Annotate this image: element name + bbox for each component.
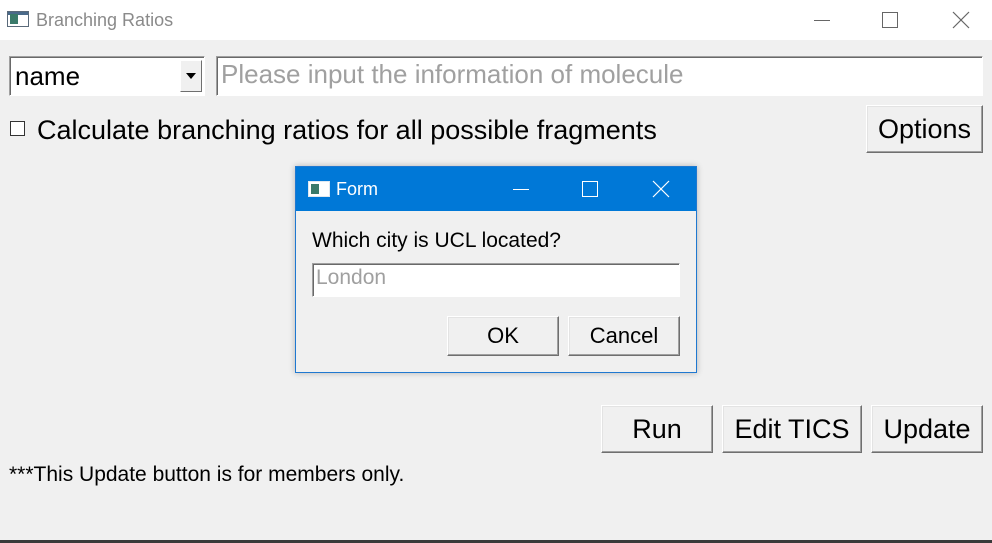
search-type-value: name [15,61,81,91]
minimize-button[interactable] [799,0,845,40]
molecule-input[interactable]: Please input the information of molecule [216,56,983,96]
update-button[interactable]: Update [871,405,983,453]
molecule-input-placeholder: Please input the information of molecule [221,59,684,89]
close-button[interactable] [938,0,984,40]
answer-input[interactable]: London [312,263,680,297]
members-only-note: ***This Update button is for members onl… [9,463,405,486]
dialog-question: Which city is UCL located? [312,229,561,252]
dropdown-button[interactable] [180,60,202,92]
dialog-title: Form [336,179,378,199]
dialog-minimize-button[interactable] [498,167,544,211]
close-icon [652,180,670,198]
answer-input-placeholder: London [316,266,387,289]
all-fragments-label[interactable]: Calculate branching ratios for all possi… [37,114,657,146]
edit-tics-button[interactable]: Edit TICS [722,405,862,453]
all-fragments-checkbox[interactable] [10,121,25,136]
dialog-titlebar[interactable]: Form [296,167,696,211]
form-dialog[interactable]: Form Which city is UCL located? London O… [295,166,697,373]
app-icon [7,11,29,27]
maximize-icon [882,12,898,28]
dialog-close-button[interactable] [638,167,684,211]
options-button[interactable]: Options [866,105,983,153]
minimize-icon [513,189,529,190]
chevron-down-icon [186,73,196,79]
close-icon [952,11,970,29]
minimize-icon [814,20,830,21]
dialog-app-icon [308,181,330,197]
window-titlebar[interactable]: Branching Ratios [0,0,992,40]
ok-button[interactable]: OK [447,316,559,356]
dialog-maximize-button[interactable] [567,167,613,211]
cancel-button[interactable]: Cancel [568,316,680,356]
maximize-icon [582,181,598,197]
window-title: Branching Ratios [36,10,174,30]
maximize-button[interactable] [867,0,913,40]
search-type-combobox[interactable]: name [9,56,205,96]
run-button[interactable]: Run [601,405,713,453]
